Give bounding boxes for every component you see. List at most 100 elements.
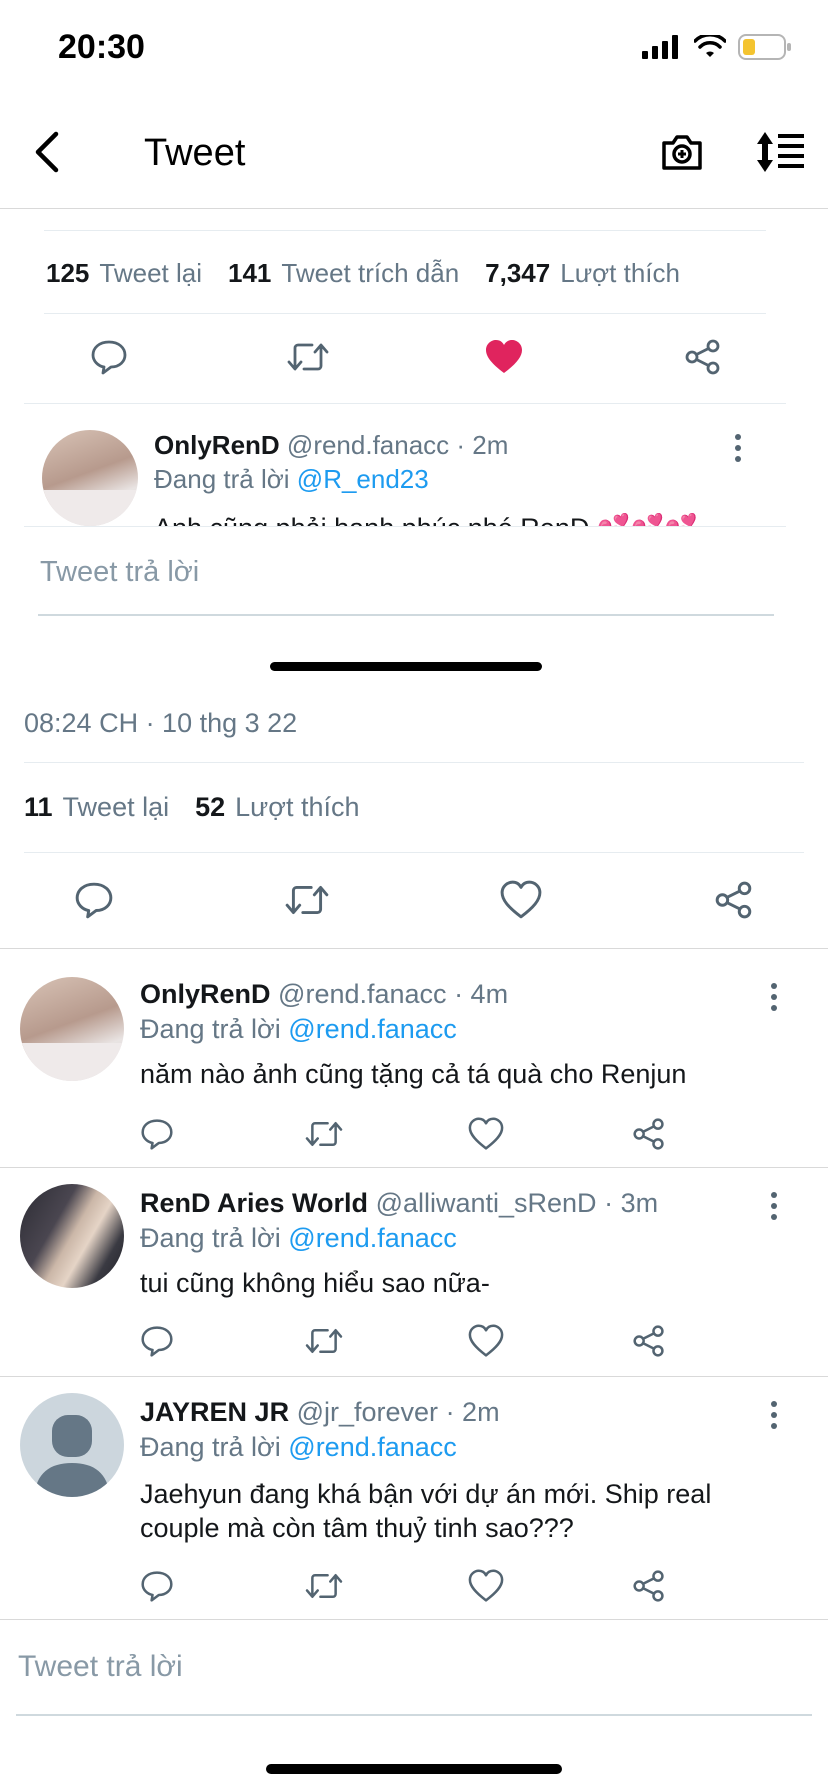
overlay-quote-stat[interactable]: 141 Tweet trích dẫn [228,258,459,289]
more-options-button[interactable] [769,1401,779,1429]
avatar-shirt [42,490,138,526]
reply-header: JAYREN JR @jr_forever · 2m [140,1397,500,1428]
camera-button[interactable] [660,130,704,174]
like-button[interactable] [468,1569,632,1603]
share-button[interactable] [632,1117,796,1151]
reply-button[interactable] [140,1569,304,1603]
comment-icon [91,340,127,375]
reply-button[interactable] [74,880,114,920]
default-avatar[interactable] [20,1393,124,1497]
more-dot [771,983,777,989]
reply-item[interactable]: OnlyRenD @rend.fanacc · 4m Đang trả lời … [0,949,828,1167]
reply-input[interactable]: Tweet trả lời [18,1650,183,1684]
reply-button[interactable] [140,1324,304,1358]
reply-item[interactable]: JAYREN JR @jr_forever · 2m Đang trả lời … [0,1377,828,1619]
like-button[interactable] [468,1117,632,1151]
overlay-reply-input[interactable]: Tweet trả lời [40,556,199,589]
display-name[interactable]: OnlyRenD [140,979,271,1009]
home-indicator [266,1764,562,1774]
retweet-stat[interactable]: 11 Tweet lại [24,792,169,823]
tweet-timestamp: 08:24 CH · 10 thg 3 22 [24,708,298,738]
input-underline [16,1714,812,1716]
retweet-icon [287,343,329,371]
overlay-top-divider [44,230,766,231]
retweet-button[interactable] [286,338,330,376]
more-dot [771,1005,777,1011]
share-button[interactable] [632,1324,796,1358]
tweet-stats: 11 Tweet lại 52 Lượt thích [24,792,360,823]
overlay-stats: 125 Tweet lại 141 Tweet trích dẫn 7,347 … [46,258,680,289]
reply-button[interactable] [90,338,128,376]
overlay-retweet-stat[interactable]: 125 Tweet lại [46,258,202,289]
chevron-left-icon [35,131,59,173]
retweet-button[interactable] [304,1324,468,1358]
replying-prefix: Đang trả lời [154,464,290,494]
avatar[interactable] [42,430,138,526]
overlay-input-underline [38,614,774,616]
display-name[interactable]: OnlyRenD [154,430,280,460]
mention-link[interactable]: @rend.fanacc [288,1223,457,1253]
avatar[interactable] [20,977,124,1081]
back-button[interactable] [28,130,68,174]
stat-label: Lượt thích [560,258,680,288]
more-dot [771,1401,777,1407]
reply-button[interactable] [140,1117,304,1151]
like-button[interactable] [468,1324,632,1358]
stat-count: 141 [228,258,272,288]
status-time: 20:30 [58,28,145,66]
share-button[interactable] [632,1569,796,1603]
retweet-button[interactable] [304,1117,468,1151]
signal-icon [642,35,678,59]
reply-actions [140,1569,796,1603]
timestamp: · 3m [604,1188,659,1218]
share-button[interactable] [714,880,754,920]
battery-icon [738,34,791,60]
mention-link[interactable]: @rend.fanacc [288,1432,457,1462]
comment-icon [141,1119,173,1150]
more-options-button[interactable] [769,1192,779,1220]
overlay-reply[interactable]: OnlyRenD @rend.fanacc · 2m Đang trả lời … [0,404,828,526]
stat-label: Lượt thích [235,792,360,822]
more-options-button[interactable] [769,983,779,1011]
replying-to: Đang trả lời @rend.fanacc [140,1014,457,1045]
replying-to: Đang trả lời @rend.fanacc [140,1432,457,1463]
replying-prefix: Đang trả lời [140,1432,281,1462]
stat-label: Tweet lại [99,258,202,288]
tweet-actions [74,880,764,924]
stat-count: 125 [46,258,90,288]
mention-link[interactable]: @rend.fanacc [288,1014,457,1044]
reply-text: Anh cũng phải hạnh phúc nhé RenD 💕💕💕 [154,512,698,526]
overlay-like-stat[interactable]: 7,347 Lượt thích [485,258,680,289]
handle[interactable]: @alliwanti_sRenD [376,1188,597,1218]
overlay-home-indicator [270,662,542,671]
handle[interactable]: @jr_forever [297,1397,438,1427]
handle[interactable]: @rend.fanacc [287,430,449,460]
more-dot [771,1412,777,1418]
reply-actions [140,1117,796,1151]
share-button[interactable] [684,338,722,376]
stat-count: 52 [195,792,226,822]
more-dot [771,1192,777,1198]
reply-header: OnlyRenD @rend.fanacc · 2m [154,430,508,461]
mention-link[interactable]: @R_end23 [297,464,429,494]
reply-divider [0,1619,828,1620]
handle[interactable]: @rend.fanacc [278,979,447,1009]
retweet-button[interactable] [304,1569,468,1603]
more-dot [771,994,777,1000]
like-stat[interactable]: 52 Lượt thích [195,792,359,823]
display-name[interactable]: RenD Aries World [140,1188,368,1218]
comment-icon [75,882,113,919]
timestamp: · 4m [454,979,509,1009]
avatar[interactable] [20,1184,124,1288]
heart-icon [468,1324,504,1357]
like-button[interactable] [484,338,524,376]
reply-item[interactable]: RenD Aries World @alliwanti_sRenD · 3m Đ… [0,1168,828,1376]
display-name[interactable]: JAYREN JR [140,1397,289,1427]
timestamp: · 2m [445,1397,500,1427]
like-button[interactable] [500,880,542,920]
retweet-icon [305,1574,343,1598]
more-options-button[interactable] [733,434,743,462]
sort-button[interactable] [754,130,806,174]
retweet-button[interactable] [284,880,330,920]
heart-filled-icon [486,340,522,373]
